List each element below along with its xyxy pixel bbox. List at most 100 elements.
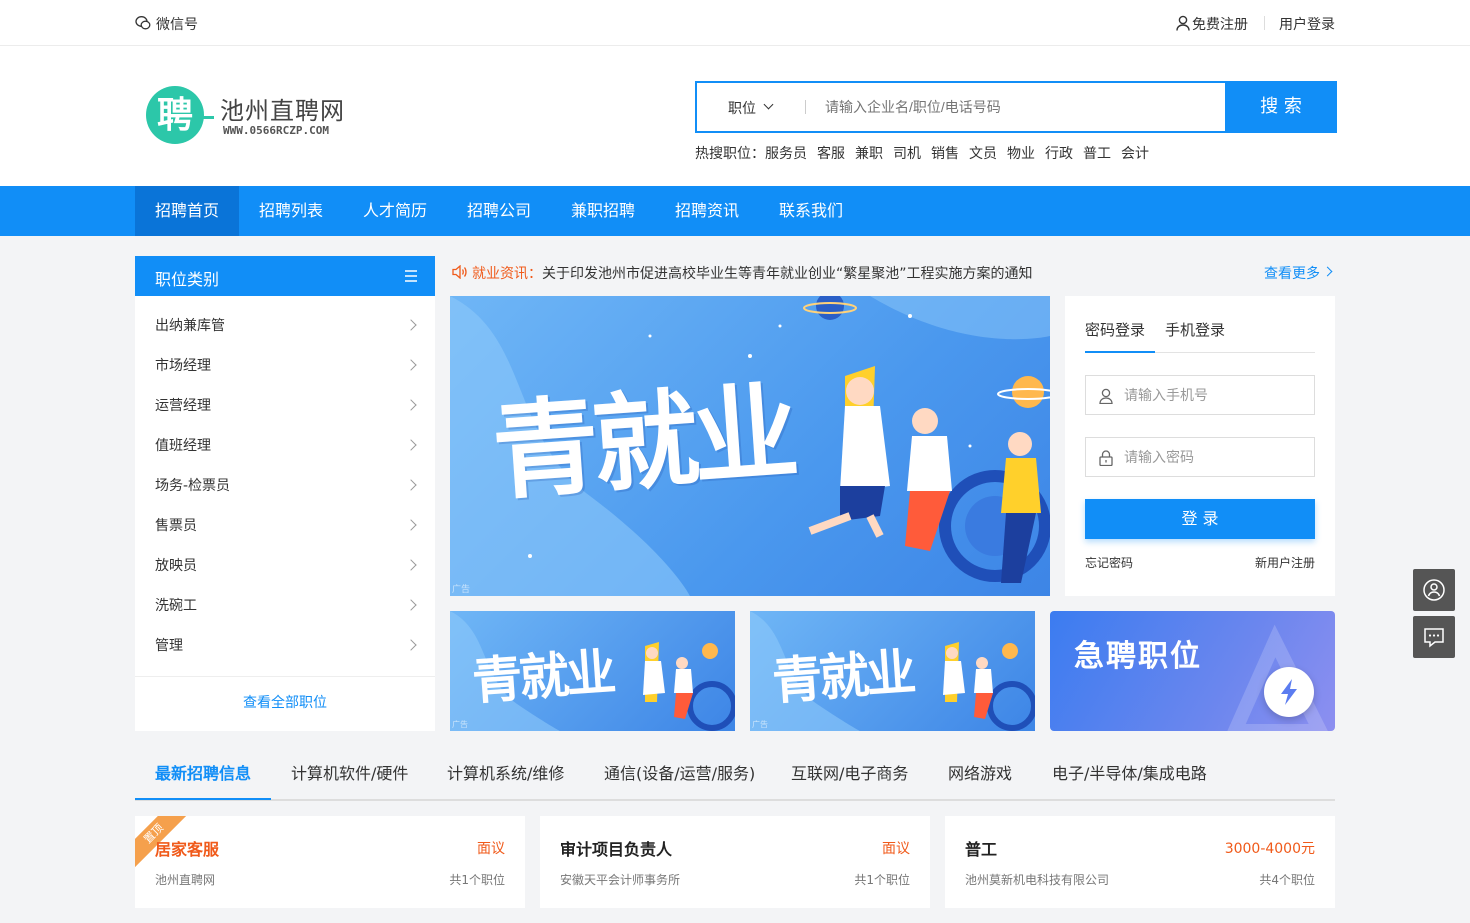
job-title[interactable]: 审计项目负责人 xyxy=(560,836,672,860)
job-salary: 3000-4000元 xyxy=(1224,841,1315,857)
category-item[interactable]: 出纳兼库管 xyxy=(135,306,435,346)
small-banner[interactable]: 青就业 广告 xyxy=(450,611,735,731)
category-item[interactable]: 洗碗工 xyxy=(135,586,435,626)
category-item[interactable]: 值班经理 xyxy=(135,426,435,466)
category-item[interactable]: 放映员 xyxy=(135,546,435,586)
category-item[interactable]: 场务-检票员 xyxy=(135,466,435,506)
password-field[interactable] xyxy=(1085,437,1315,477)
search-type-select[interactable]: 职位 xyxy=(697,83,805,131)
lock-icon xyxy=(1099,450,1113,467)
hot-word[interactable]: 行政 xyxy=(1045,143,1073,163)
logo-dash xyxy=(198,116,214,119)
ad-label: 广告 xyxy=(452,720,468,729)
menu-icon[interactable] xyxy=(405,270,417,282)
logo-mark-text: 聘 xyxy=(156,94,193,136)
category-item[interactable]: 运营经理 xyxy=(135,386,435,426)
hot-word[interactable]: 文员 xyxy=(969,143,997,163)
chevron-right-icon xyxy=(405,439,417,451)
category-item[interactable]: 市场经理 xyxy=(135,346,435,386)
category-divider xyxy=(135,676,435,677)
job-title[interactable]: 居家客服 xyxy=(155,836,219,860)
category-item-label: 市场经理 xyxy=(155,358,211,374)
feedback-button[interactable] xyxy=(1413,616,1455,658)
news-headline[interactable]: 关于印发池州市促进高校毕业生等青年就业创业“繁星聚池”工程实施方案的通知 xyxy=(542,263,1033,283)
hot-word[interactable]: 兼职 xyxy=(855,143,883,163)
tab-software[interactable]: 计算机软件/硬件 xyxy=(291,752,408,800)
search-bar: 职位 搜 索 xyxy=(695,81,1337,133)
wechat-link[interactable]: 微信号 xyxy=(156,14,198,34)
job-company[interactable]: 池州直聘网 xyxy=(155,871,215,888)
phone-input[interactable] xyxy=(1124,384,1304,406)
view-all-jobs-link[interactable]: 查看全部职位 xyxy=(135,692,435,712)
urgent-jobs-card[interactable]: 急聘职位 xyxy=(1050,611,1335,731)
nav-home[interactable]: 招聘首页 xyxy=(135,186,239,236)
category-panel: 职位类别 出纳兼库管 市场经理 运营经理 值班经理 场务-检票员 售票员 放映员… xyxy=(135,256,435,731)
hot-word[interactable]: 普工 xyxy=(1083,143,1111,163)
tab-password-login[interactable]: 密码登录 xyxy=(1085,319,1145,340)
login-button[interactable]: 登 录 xyxy=(1085,499,1315,539)
register-link[interactable]: 免费注册 xyxy=(1192,14,1248,34)
chevron-right-icon xyxy=(405,359,417,371)
top-bar: 微信号 免费注册 用户登录 xyxy=(0,0,1470,46)
banner-title: 青就业 xyxy=(470,642,616,711)
main-banner[interactable]: 青就业 广告 xyxy=(450,296,1050,596)
banner-title: 青就业 xyxy=(770,642,916,711)
tab-latest[interactable]: 最新招聘信息 xyxy=(135,752,271,800)
tab-games[interactable]: 网络游戏 xyxy=(948,752,1012,800)
tab-phone-login[interactable]: 手机登录 xyxy=(1165,319,1225,340)
hot-word[interactable]: 物业 xyxy=(1007,143,1035,163)
news-more-link[interactable]: 查看更多 xyxy=(1264,263,1320,283)
job-company[interactable]: 池州莫新机电科技有限公司 xyxy=(965,871,1109,888)
nav-news[interactable]: 招聘资讯 xyxy=(655,186,759,236)
tab-electronics[interactable]: 电子/半导体/集成电路 xyxy=(1052,752,1207,800)
job-salary: 面议 xyxy=(477,841,505,857)
news-ticker: 就业资讯： 关于印发池州市促进高校毕业生等青年就业创业“繁星聚池”工程实施方案的… xyxy=(450,256,1335,288)
chevron-right-icon xyxy=(405,639,417,651)
nav-job-list[interactable]: 招聘列表 xyxy=(239,186,343,236)
hot-word[interactable]: 会计 xyxy=(1121,143,1149,163)
header: 聘 池州直聘网 WWW.0566RCZP.COM 职位 搜 索 热搜职位： 服务… xyxy=(0,46,1470,186)
category-item-label: 洗碗工 xyxy=(155,598,197,614)
logo[interactable]: 聘 池州直聘网 WWW.0566RCZP.COM xyxy=(146,86,366,146)
login-link[interactable]: 用户登录 xyxy=(1279,14,1335,34)
nav-resumes[interactable]: 人才简历 xyxy=(343,186,447,236)
search-input[interactable] xyxy=(825,96,1205,118)
category-item[interactable]: 管理 xyxy=(135,626,435,666)
category-title: 职位类别 xyxy=(155,270,220,289)
password-input[interactable] xyxy=(1124,446,1304,468)
customer-service-button[interactable] xyxy=(1413,569,1455,611)
job-card[interactable]: 普工 3000-4000元 池州莫新机电科技有限公司 共4个职位 xyxy=(945,816,1335,908)
support-icon xyxy=(1423,579,1445,601)
chevron-down-icon xyxy=(763,99,774,110)
hot-word[interactable]: 服务员 xyxy=(765,143,807,163)
hot-word[interactable]: 司机 xyxy=(893,143,921,163)
nav-companies[interactable]: 招聘公司 xyxy=(447,186,551,236)
nav-contact[interactable]: 联系我们 xyxy=(759,186,863,236)
job-company[interactable]: 安徽天平会计师事务所 xyxy=(560,871,680,888)
new-user-register-link[interactable]: 新用户注册 xyxy=(1255,554,1315,571)
wechat-icon xyxy=(135,15,151,31)
hot-word[interactable]: 客服 xyxy=(817,143,845,163)
category-item-label: 出纳兼库管 xyxy=(155,318,225,334)
job-card[interactable]: 置顶 居家客服 面议 池州直聘网 共1个职位 xyxy=(135,816,525,908)
job-title[interactable]: 普工 xyxy=(965,836,997,860)
hot-word[interactable]: 销售 xyxy=(931,143,959,163)
logo-mark-icon: 聘 xyxy=(146,86,204,144)
category-item-label: 值班经理 xyxy=(155,438,211,454)
job-card[interactable]: 审计项目负责人 面议 安徽天平会计师事务所 共1个职位 xyxy=(540,816,930,908)
phone-field[interactable] xyxy=(1085,375,1315,415)
forgot-password-link[interactable]: 忘记密码 xyxy=(1085,554,1133,571)
user-icon xyxy=(1176,15,1190,31)
small-banner[interactable]: 青就业 广告 xyxy=(750,611,1035,731)
category-item-label: 放映员 xyxy=(155,558,197,574)
tab-internet[interactable]: 互联网/电子商务 xyxy=(791,752,908,800)
tab-systems[interactable]: 计算机系统/维修 xyxy=(447,752,564,800)
chevron-right-icon xyxy=(405,559,417,571)
category-item[interactable]: 售票员 xyxy=(135,506,435,546)
tab-telecom[interactable]: 通信(设备/运营/服务) xyxy=(604,752,755,800)
search-button[interactable]: 搜 索 xyxy=(1225,81,1337,133)
category-item-label: 售票员 xyxy=(155,518,197,534)
nav-part-time[interactable]: 兼职招聘 xyxy=(551,186,655,236)
user-icon xyxy=(1099,388,1113,405)
topbar-divider xyxy=(1264,16,1265,30)
